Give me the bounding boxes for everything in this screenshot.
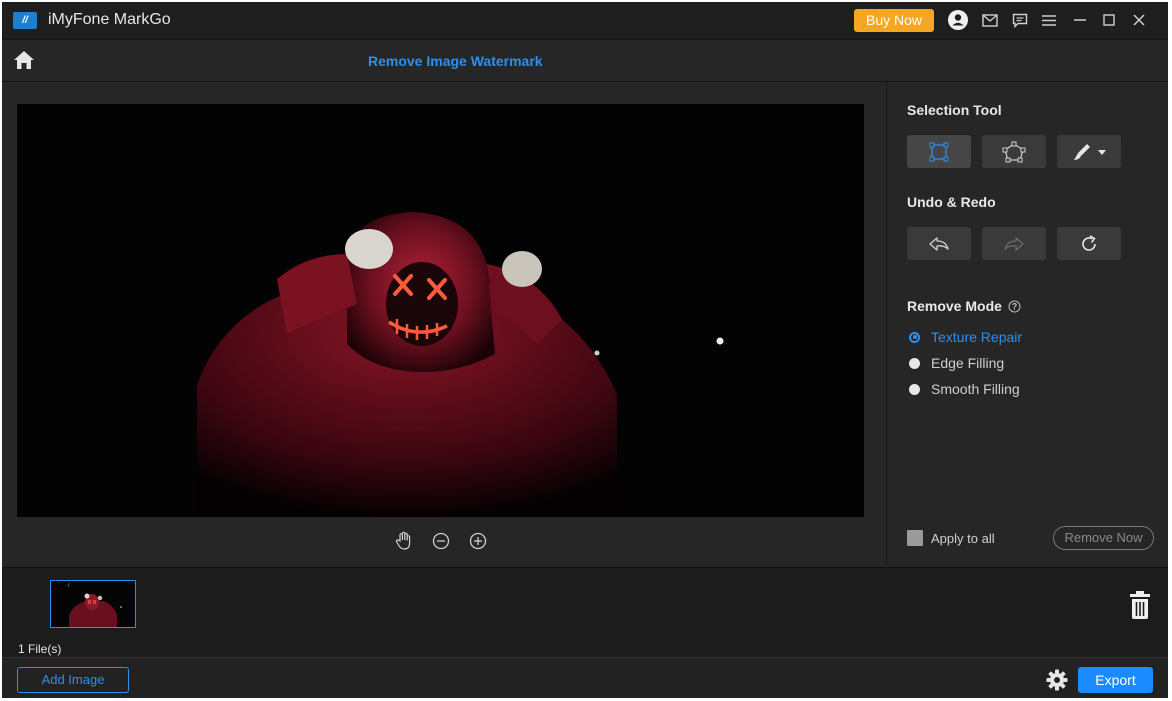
export-button[interactable]: Export [1078, 667, 1153, 693]
tool-panel: Selection Tool Undo & Redo Remove Mode ? [886, 82, 1168, 566]
mode-label: Smooth Filling [931, 381, 1020, 397]
apply-to-all[interactable]: Apply to all [907, 530, 995, 546]
footer-bar: Add Image Export [2, 657, 1168, 698]
polygon-select-button[interactable] [982, 135, 1046, 168]
remove-mode-header: Remove Mode ? [907, 298, 1021, 314]
title-bar: // iMyFone MarkGo Buy Now [2, 2, 1168, 40]
app-window: // iMyFone MarkGo Buy Now Remove Image W… [2, 2, 1168, 698]
mode-edge-filling[interactable]: Edge Filling [909, 353, 1004, 373]
help-icon[interactable]: ? [1008, 300, 1021, 313]
undo-icon [929, 236, 949, 251]
app-logo: // [13, 12, 37, 29]
zoom-out-icon[interactable] [431, 531, 451, 551]
feedback-icon[interactable] [1010, 10, 1030, 30]
mode-label: Edge Filling [931, 355, 1005, 371]
maximize-icon[interactable] [1099, 10, 1119, 30]
hand-pan-icon[interactable] [394, 531, 414, 551]
mail-icon[interactable] [980, 10, 1000, 30]
settings-gear-icon[interactable] [1046, 669, 1068, 696]
account-icon[interactable] [948, 10, 968, 30]
image-preview[interactable] [17, 104, 864, 517]
redo-icon [1004, 236, 1024, 251]
hooded-figure-image [17, 104, 864, 517]
radio-icon [909, 357, 920, 369]
add-image-button[interactable]: Add Image [17, 667, 129, 693]
mode-label: Texture Repair [931, 329, 1023, 345]
remove-mode-title: Remove Mode [907, 298, 1002, 314]
radio-selected-icon [909, 331, 920, 343]
toolbar: Remove Image Watermark [2, 40, 1168, 82]
image-thumbnail[interactable]: · / [50, 580, 136, 628]
editor-canvas [2, 82, 885, 566]
selection-tool-title: Selection Tool [907, 102, 1002, 118]
svg-text:?: ? [1012, 301, 1018, 311]
refresh-icon [1082, 234, 1096, 251]
home-icon[interactable] [13, 50, 35, 75]
brush-select-button[interactable] [1057, 135, 1121, 168]
rectangle-select-icon [929, 142, 949, 161]
reset-button[interactable] [1057, 227, 1121, 260]
close-icon[interactable] [1129, 10, 1149, 30]
radio-icon [909, 383, 920, 395]
undo-redo-title: Undo & Redo [907, 194, 996, 210]
file-strip: · / 1 File(s) [2, 567, 1168, 658]
app-title: iMyFone MarkGo [48, 11, 171, 28]
apply-to-all-checkbox[interactable] [907, 530, 923, 546]
rectangle-select-button[interactable] [907, 135, 971, 168]
file-count: 1 File(s) [18, 642, 62, 656]
redo-button[interactable] [982, 227, 1046, 260]
mode-smooth-filling[interactable]: Smooth Filling [909, 379, 1020, 399]
buy-now-button[interactable]: Buy Now [854, 9, 934, 32]
trash-icon[interactable] [1129, 590, 1151, 625]
remove-now-button[interactable]: Remove Now [1053, 526, 1154, 550]
mode-texture-repair[interactable]: Texture Repair [909, 327, 1022, 347]
brush-icon [1074, 143, 1106, 160]
minimize-icon[interactable] [1070, 10, 1090, 30]
page-title: Remove Image Watermark [368, 53, 543, 69]
zoom-in-icon[interactable] [468, 531, 488, 551]
apply-to-all-label: Apply to all [931, 530, 995, 546]
polygon-select-icon [1002, 141, 1026, 162]
undo-button[interactable] [907, 227, 971, 260]
svg-text:· /: · / [65, 583, 70, 589]
menu-icon[interactable] [1039, 10, 1059, 30]
